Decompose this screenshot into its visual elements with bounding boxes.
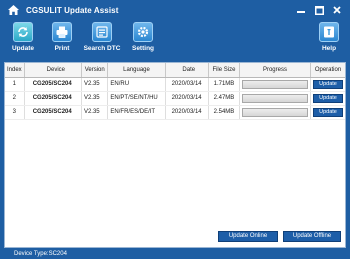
- row-file-size: 2.47MB: [208, 91, 240, 106]
- header-operation[interactable]: Operation: [310, 63, 345, 78]
- row-version: V2.35: [81, 91, 109, 106]
- title-bar: CGSULIT Update Assist: [0, 0, 350, 20]
- update-table: Index Device Version Language Date File …: [5, 63, 345, 120]
- progress-bar: [241, 107, 308, 117]
- search-dtc-icon: [92, 22, 112, 42]
- row-file-size: 2.54MB: [208, 105, 240, 120]
- help-tool-button[interactable]: Help: [318, 22, 340, 52]
- update-row-button[interactable]: Update: [313, 107, 343, 117]
- header-progress[interactable]: Progress: [239, 63, 312, 78]
- progress-bar: [241, 93, 308, 103]
- close-icon[interactable]: [332, 5, 342, 15]
- table-row[interactable]: 2 CG205/SC204 V2.35 EN/PT/SE/NT/HU 2020/…: [5, 91, 345, 106]
- table-row[interactable]: 3 CG205/SC204 V2.35 EN/FR/ES/DE/IT 2020/…: [5, 105, 345, 120]
- update-offline-button[interactable]: Update Offline: [283, 231, 341, 242]
- header-device[interactable]: Device: [24, 63, 82, 78]
- progress-bar: [241, 79, 308, 89]
- row-index: 1: [5, 77, 25, 92]
- row-progress: [239, 105, 312, 120]
- row-operation: Update: [310, 77, 345, 92]
- row-index: 3: [5, 105, 25, 120]
- minimize-icon[interactable]: [296, 5, 306, 15]
- update-row-button[interactable]: Update: [313, 93, 343, 103]
- toolbar: Update Print Search DTC Setting Help: [0, 20, 350, 62]
- help-icon: [319, 22, 339, 42]
- row-language: EN/RU: [107, 77, 166, 92]
- header-index[interactable]: Index: [5, 63, 25, 78]
- status-device-type: Device Type:SC204: [14, 251, 67, 257]
- setting-icon: [133, 22, 153, 42]
- update-tool-button[interactable]: Update: [8, 22, 38, 52]
- row-version: V2.35: [81, 105, 109, 120]
- row-date: 2020/03/14: [165, 105, 209, 120]
- table-header-row: Index Device Version Language Date File …: [5, 63, 345, 78]
- row-language: EN/PT/SE/NT/HU: [107, 91, 166, 106]
- search-dtc-tool-button[interactable]: Search DTC: [82, 22, 122, 52]
- row-version: V2.35: [81, 77, 109, 92]
- window-controls: [296, 5, 342, 15]
- row-date: 2020/03/14: [165, 91, 209, 106]
- setting-tool-button[interactable]: Setting: [127, 22, 159, 52]
- print-tool-button[interactable]: Print: [49, 22, 75, 52]
- update-online-button[interactable]: Update Online: [218, 231, 278, 242]
- header-language[interactable]: Language: [107, 63, 166, 78]
- row-device: CG205/SC204: [24, 77, 82, 92]
- row-device: CG205/SC204: [24, 105, 82, 120]
- bottom-button-group: Update Online Update Offline: [218, 231, 341, 242]
- maximize-icon[interactable]: [314, 5, 324, 15]
- search-dtc-tool-label: Search DTC: [83, 45, 121, 52]
- header-date[interactable]: Date: [165, 63, 209, 78]
- update-row-button[interactable]: Update: [313, 79, 343, 89]
- help-tool-label: Help: [321, 45, 337, 52]
- update-tool-label: Update: [11, 45, 35, 52]
- table-row[interactable]: 1 CG205/SC204 V2.35 EN/RU 2020/03/14 1.7…: [5, 77, 345, 92]
- header-version[interactable]: Version: [81, 63, 109, 78]
- app-title: CGSULIT Update Assist: [26, 5, 119, 15]
- row-operation: Update: [310, 91, 345, 106]
- row-index: 2: [5, 91, 25, 106]
- header-file-size[interactable]: File Size: [208, 63, 240, 78]
- row-progress: [239, 77, 312, 92]
- update-list-panel: Index Device Version Language Date File …: [4, 62, 346, 248]
- row-progress: [239, 91, 312, 106]
- row-device: CG205/SC204: [24, 91, 82, 106]
- setting-tool-label: Setting: [131, 45, 155, 52]
- print-tool-label: Print: [54, 45, 70, 52]
- update-icon: [13, 22, 33, 42]
- home-icon[interactable]: [8, 4, 20, 16]
- row-operation: Update: [310, 105, 345, 120]
- row-file-size: 1.71MB: [208, 77, 240, 92]
- row-date: 2020/03/14: [165, 77, 209, 92]
- print-icon: [52, 22, 72, 42]
- row-language: EN/FR/ES/DE/IT: [107, 105, 166, 120]
